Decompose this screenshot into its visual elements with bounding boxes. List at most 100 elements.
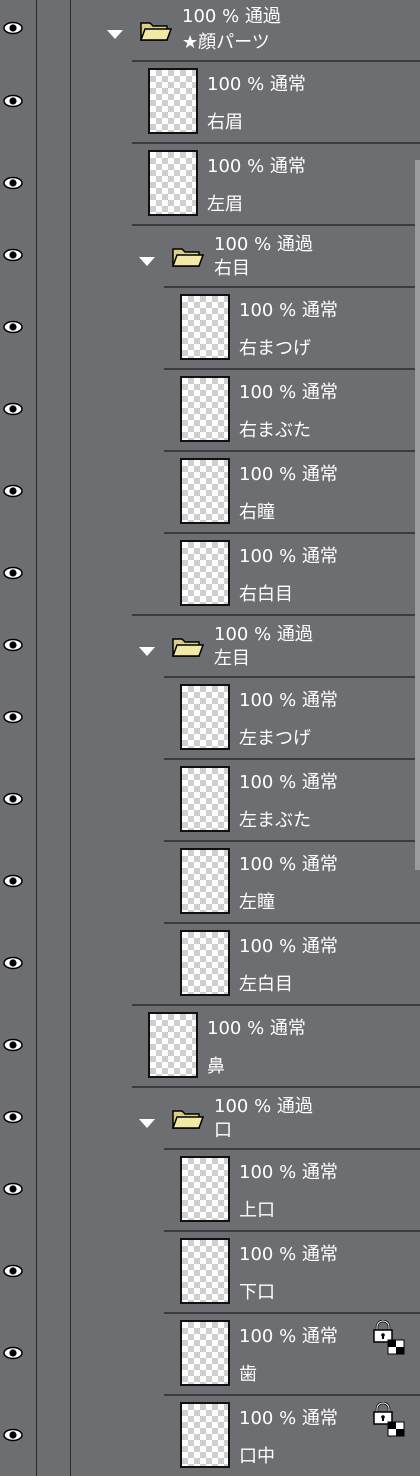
eye-icon[interactable] [3,638,23,652]
lock-icon[interactable] [372,1320,406,1356]
folder-open-icon [172,638,204,657]
layer-3-mode: 100 % 通過 [214,234,313,255]
layer-9-name[interactable]: 左まつげ [239,728,311,750]
layer-4-mode: 100 % 通常 [239,300,338,321]
layer-0-name[interactable]: ★顔パーツ [182,32,270,54]
lock-icon[interactable] [372,1402,406,1438]
layer-14-name[interactable]: 口 [214,1120,232,1142]
eye-icon[interactable] [3,1346,23,1360]
layer-6-mode: 100 % 通常 [239,464,338,485]
eye-icon[interactable] [3,21,23,35]
eye-icon[interactable] [3,320,23,334]
layer-12-name[interactable]: 左白目 [239,974,293,996]
layer-thumbnail[interactable] [148,1012,198,1078]
triangle-down-icon[interactable] [139,1119,155,1128]
row-divider [132,1004,420,1006]
eye-icon[interactable] [3,484,23,498]
row-divider [132,142,420,144]
layer-thumbnail[interactable] [180,540,230,606]
layer-18-name[interactable]: 口中 [239,1446,275,1468]
row-divider [164,758,420,760]
eye-icon[interactable] [3,956,23,970]
layer-thumbnail[interactable] [180,1402,230,1468]
row-divider [164,1312,420,1314]
triangle-down-icon[interactable] [139,257,155,266]
layer-1-name[interactable]: 右眉 [207,112,243,134]
eye-icon[interactable] [3,710,23,724]
layer-4-name[interactable]: 右まつげ [239,338,311,360]
eye-icon[interactable] [3,792,23,806]
row-divider [164,286,420,288]
layer-thumbnail[interactable] [180,294,230,360]
layer-0-mode: 100 % 通過 [182,6,281,27]
row-divider [164,1230,420,1232]
layer-thumbnail[interactable] [180,376,230,442]
layer-2-name[interactable]: 左眉 [207,194,243,216]
layer-18-mode: 100 % 通常 [239,1408,338,1429]
layer-8-mode: 100 % 通過 [214,624,313,645]
layer-9-mode: 100 % 通常 [239,690,338,711]
layer-13-name[interactable]: 鼻 [207,1056,225,1078]
folder-open-icon [172,1110,204,1129]
layer-17-mode: 100 % 通常 [239,1326,338,1347]
indent-guide [70,0,71,1476]
eye-icon[interactable] [3,1182,23,1196]
layer-17-name[interactable]: 歯 [239,1364,257,1386]
eye-icon[interactable] [3,1264,23,1278]
layer-13-mode: 100 % 通常 [207,1018,306,1039]
layer-11-name[interactable]: 左瞳 [239,892,275,914]
layer-thumbnail[interactable] [180,684,230,750]
eye-icon[interactable] [3,874,23,888]
row-divider [164,532,420,534]
layer-16-mode: 100 % 通常 [239,1244,338,1265]
layer-thumbnail[interactable] [180,1238,230,1304]
layer-7-mode: 100 % 通常 [239,546,338,567]
layer-14-mode: 100 % 通過 [214,1096,313,1117]
layer-1-mode: 100 % 通常 [207,74,306,95]
layer-5-mode: 100 % 通常 [239,382,338,403]
row-divider [164,922,420,924]
folder-open-icon [172,248,204,267]
row-divider [132,60,420,62]
layer-3-name[interactable]: 右目 [214,258,250,280]
eye-icon[interactable] [3,94,23,108]
eye-icon[interactable] [3,176,23,190]
row-divider [164,840,420,842]
layer-thumbnail[interactable] [180,1156,230,1222]
column-divider [36,0,37,1476]
layer-10-mode: 100 % 通常 [239,772,338,793]
row-divider [164,1394,420,1396]
eye-icon[interactable] [3,1110,23,1124]
layer-thumbnail[interactable] [148,68,198,134]
layer-5-name[interactable]: 右まぶた [239,420,311,442]
layer-6-name[interactable]: 右瞳 [239,502,275,524]
row-divider [164,1148,420,1150]
layer-2-mode: 100 % 通常 [207,156,306,177]
layer-8-name[interactable]: 左目 [214,648,250,670]
layer-thumbnail[interactable] [180,458,230,524]
layer-thumbnail[interactable] [180,766,230,832]
triangle-down-icon[interactable] [139,647,155,656]
layer-thumbnail[interactable] [148,150,198,216]
layer-15-name[interactable]: 上口 [239,1200,275,1222]
layer-11-mode: 100 % 通常 [239,854,338,875]
visibility-column [0,0,36,1476]
eye-icon[interactable] [3,566,23,580]
row-divider [164,368,420,370]
row-divider [164,450,420,452]
layer-thumbnail[interactable] [180,1320,230,1386]
scrollbar[interactable] [415,160,420,870]
eye-icon[interactable] [3,1038,23,1052]
eye-icon[interactable] [3,248,23,262]
eye-icon[interactable] [3,402,23,416]
layer-thumbnail[interactable] [180,930,230,996]
eye-icon[interactable] [3,1428,23,1442]
row-divider [132,224,420,226]
layer-thumbnail[interactable] [180,848,230,914]
layer-7-name[interactable]: 右白目 [239,584,293,606]
layer-16-name[interactable]: 下口 [239,1282,275,1304]
layer-panel: 100 % 通過 ★顔パーツ 100 % 通常 右眉 100 % 通常 左眉 1… [0,0,420,1476]
row-divider [164,676,420,678]
triangle-down-icon[interactable] [107,30,123,39]
layer-10-name[interactable]: 左まぶた [239,810,311,832]
